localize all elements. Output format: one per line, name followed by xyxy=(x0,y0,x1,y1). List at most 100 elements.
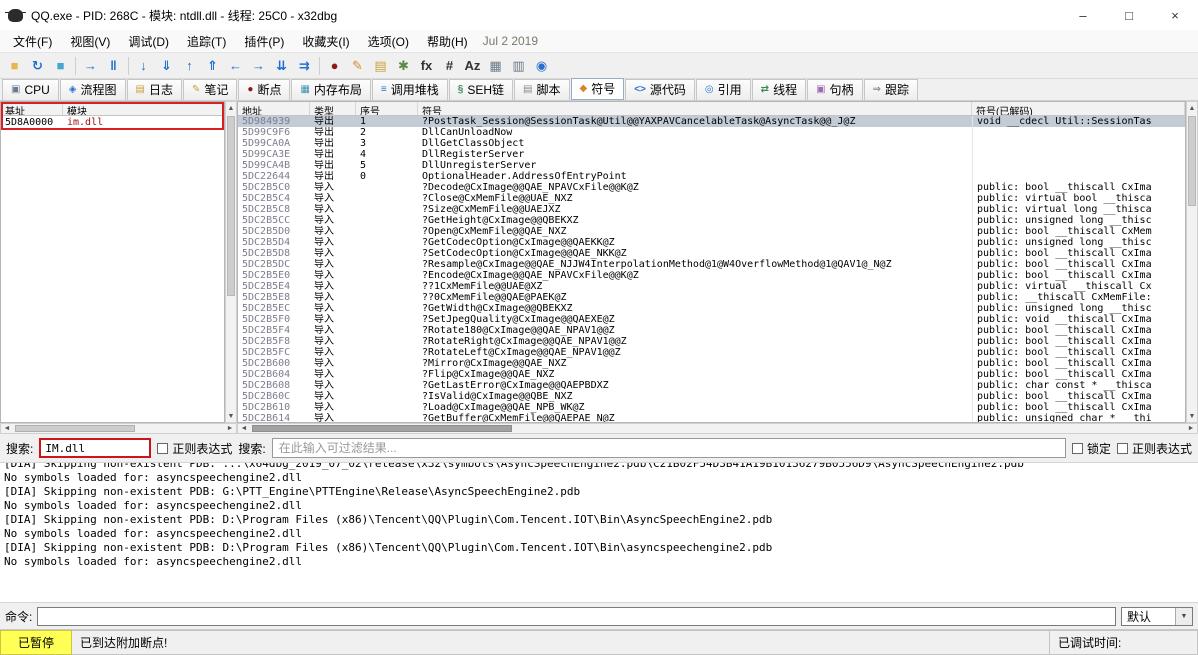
symbol-row[interactable]: 5DC2B5C0导入?Decode@CxImage@@QAE_NPAVCxFil… xyxy=(238,182,1185,193)
symbol-row[interactable]: 5D99CA4B导出5DllUnregisterServer xyxy=(238,160,1185,171)
column-header-address[interactable]: 地址 xyxy=(238,102,310,115)
calculator-fx-icon[interactable]: fx xyxy=(416,55,437,76)
scroll-right-icon[interactable]: ► xyxy=(1185,424,1197,433)
command-profile-select[interactable]: 默认 ▼ xyxy=(1121,607,1193,626)
back-icon[interactable]: ← xyxy=(225,55,246,76)
scroll-up-icon[interactable]: ▲ xyxy=(1187,102,1197,114)
symbol-row[interactable]: 5DC2B5F4导入?Rotate180@CxImage@@QAE_NPAV1@… xyxy=(238,325,1185,336)
menu-item[interactable]: 追踪(T) xyxy=(178,31,235,52)
scroll-thumb[interactable] xyxy=(252,425,512,432)
step-into-icon[interactable]: ↓ xyxy=(133,55,154,76)
menu-item[interactable]: 文件(F) xyxy=(4,31,61,52)
symbol-row[interactable]: 5DC2B5C8导入?Size@CxMemFile@@UAEJXZpublic:… xyxy=(238,204,1185,215)
memory-grid-icon[interactable]: ▦ xyxy=(485,55,506,76)
search-input[interactable] xyxy=(39,438,151,458)
column-header-ordinal[interactable]: 序号 xyxy=(356,102,418,115)
restart-icon[interactable]: ↻ xyxy=(27,55,48,76)
symbol-row[interactable]: 5D99C9F6导出2DllCanUnloadNow xyxy=(238,127,1185,138)
filter-input[interactable] xyxy=(272,438,1066,458)
tab-symbols[interactable]: ◆符号 xyxy=(571,78,625,100)
symbol-row[interactable]: 5DC22644导出0OptionalHeader.AddressOfEntry… xyxy=(238,171,1185,182)
symbol-row[interactable]: 5DC2B60C导入?IsValid@CxImage@@QBE_NXZpubli… xyxy=(238,391,1185,402)
column-header-type[interactable]: 类型 xyxy=(310,102,356,115)
symbol-row[interactable]: 5D984939导出1?PostTask_Session@SessionTask… xyxy=(238,116,1185,127)
symbol-row[interactable]: 5DC2B600导入?Mirror@CxImage@@QAE_NXZpublic… xyxy=(238,358,1185,369)
regex2-checkbox-group[interactable]: 正则表达式 xyxy=(1117,440,1192,457)
menu-item[interactable]: 收藏夹(I) xyxy=(293,31,358,52)
globe-icon[interactable]: ◉ xyxy=(531,55,552,76)
menu-item[interactable]: 调试(D) xyxy=(119,31,178,52)
menu-item[interactable]: 插件(P) xyxy=(235,31,293,52)
scroll-thumb[interactable] xyxy=(1188,116,1196,206)
open-file-icon[interactable]: ■ xyxy=(4,55,25,76)
tab-log[interactable]: ▤日志 xyxy=(127,79,182,100)
tab-notes[interactable]: ✎笔记 xyxy=(183,79,237,100)
symbols-hscrollbar[interactable]: ◄ ► xyxy=(237,423,1198,434)
lock-checkbox-group[interactable]: 锁定 xyxy=(1072,440,1111,457)
close-button[interactable]: × xyxy=(1152,0,1198,30)
symbol-row[interactable]: 5DC2B5E4导入??1CxMemFile@@UAE@XZpublic: vi… xyxy=(238,281,1185,292)
symbols-vscrollbar[interactable]: ▲ ▼ xyxy=(1186,101,1198,423)
tab-memory-map[interactable]: ▦内存布局 xyxy=(291,79,370,100)
tab-threads[interactable]: ⇄线程 xyxy=(752,79,806,100)
scroll-left-icon[interactable]: ◄ xyxy=(1,424,13,433)
breakpoints-icon[interactable]: ● xyxy=(324,55,345,76)
symbol-row[interactable]: 5DC2B5DC导入?Resample@CxImage@@QAE_NJJW4In… xyxy=(238,259,1185,270)
scroll-up-icon[interactable]: ▲ xyxy=(226,102,236,114)
modules-vscrollbar[interactable]: ▲ ▼ xyxy=(225,101,237,423)
maximize-button[interactable]: □ xyxy=(1106,0,1152,30)
column-header-symbol[interactable]: 符号 xyxy=(418,102,972,115)
close-icon[interactable]: ■ xyxy=(50,55,71,76)
scroll-down-icon[interactable]: ▼ xyxy=(1187,410,1197,422)
scroll-down-icon[interactable]: ▼ xyxy=(226,410,236,422)
symbol-row[interactable]: 5DC2B5D4导入?GetCodecOption@CxImage@@QAEKK… xyxy=(238,237,1185,248)
symbol-row[interactable]: 5DC2B5F0导入?SetJpegQuality@CxImage@@QAEXE… xyxy=(238,314,1185,325)
symbol-row[interactable]: 5DC2B5F8导入?RotateRight@CxImage@@QAE_NPAV… xyxy=(238,336,1185,347)
tab-source[interactable]: <>源代码 xyxy=(625,79,695,100)
tab-seh[interactable]: §SEH链 xyxy=(449,79,513,100)
symbol-row[interactable]: 5D99CA3E导出4DllRegisterServer xyxy=(238,149,1185,160)
regex-checkbox[interactable] xyxy=(157,443,168,454)
chevron-down-icon[interactable]: ▼ xyxy=(1175,608,1192,625)
symbol-row[interactable]: 5DC2B608导入?GetLastError@CxImage@@QAEPBDX… xyxy=(238,380,1185,391)
run-to-user-code-icon[interactable]: ⇑ xyxy=(202,55,223,76)
scroll-left-icon[interactable]: ◄ xyxy=(238,424,250,433)
tab-references[interactable]: ◎引用 xyxy=(696,79,751,100)
column-header-base[interactable]: 基址 xyxy=(1,102,63,115)
pause-icon[interactable]: ‖ xyxy=(103,55,124,76)
tab-graph[interactable]: ◈流程图 xyxy=(60,79,126,100)
menu-item[interactable]: 视图(V) xyxy=(61,31,119,52)
trace-over-icon[interactable]: ⇉ xyxy=(294,55,315,76)
symbol-row[interactable]: 5DC2B604导入?Flip@CxImage@@QAE_NXZpublic: … xyxy=(238,369,1185,380)
symbol-row[interactable]: 5DC2B5D0导入?Open@CxMemFile@@QAE_NXZpublic… xyxy=(238,226,1185,237)
tab-call-stack[interactable]: ≡调用堆栈 xyxy=(372,79,448,100)
symbol-row[interactable]: 5D99CA0A导出3DllGetClassObject xyxy=(238,138,1185,149)
execute-till-return-icon[interactable]: ↑ xyxy=(179,55,200,76)
scroll-thumb[interactable] xyxy=(15,425,135,432)
text-az-icon[interactable]: Az xyxy=(462,55,483,76)
symbol-row[interactable]: 5DC2B5E0导入?Encode@CxImage@@QAE_NPAVCxFil… xyxy=(238,270,1185,281)
symbol-row[interactable]: 5DC2B5E8导入??0CxMemFile@@QAE@PAEK@Zpublic… xyxy=(238,292,1185,303)
symbol-row[interactable]: 5DC2B5C4导入?Close@CxMemFile@@UAE_NXZpubli… xyxy=(238,193,1185,204)
symbol-row[interactable]: 5DC2B610导入?Load@CxImage@@QAE_NPB_WK@Zpub… xyxy=(238,402,1185,413)
tab-breakpoints[interactable]: ●断点 xyxy=(238,79,290,100)
table-icon[interactable]: ▥ xyxy=(508,55,529,76)
regex-checkbox-group[interactable]: 正则表达式 xyxy=(157,440,232,457)
symbol-row[interactable]: 5DC2B5EC导入?GetWidth@CxImage@@QBEKXZpubli… xyxy=(238,303,1185,314)
comments-icon[interactable]: ▤ xyxy=(370,55,391,76)
scroll-thumb[interactable] xyxy=(227,116,235,296)
tab-cpu[interactable]: ▣CPU xyxy=(2,79,59,100)
symbol-row[interactable]: 5DC2B5D8导入?SetCodecOption@CxImage@@QAE_N… xyxy=(238,248,1185,259)
tab-script[interactable]: ▤脚本 xyxy=(514,79,569,100)
modules-hscrollbar[interactable]: ◄ ► xyxy=(0,423,237,434)
module-row[interactable]: 5D8A0000im.dll xyxy=(1,116,224,130)
symbol-row[interactable]: 5DC2B5FC导入?RotateLeft@CxImage@@QAE_NPAV1… xyxy=(238,347,1185,358)
minimize-button[interactable]: – xyxy=(1060,0,1106,30)
step-over-icon[interactable]: ⇓ xyxy=(156,55,177,76)
hash-icon[interactable]: # xyxy=(439,55,460,76)
trace-into-icon[interactable]: ⇊ xyxy=(271,55,292,76)
scroll-right-icon[interactable]: ► xyxy=(224,424,236,433)
command-input[interactable] xyxy=(37,607,1116,626)
column-header-symbol-decoded[interactable]: 符号(已解码) xyxy=(972,102,1185,115)
settings-gear-icon[interactable]: ✱ xyxy=(393,55,414,76)
